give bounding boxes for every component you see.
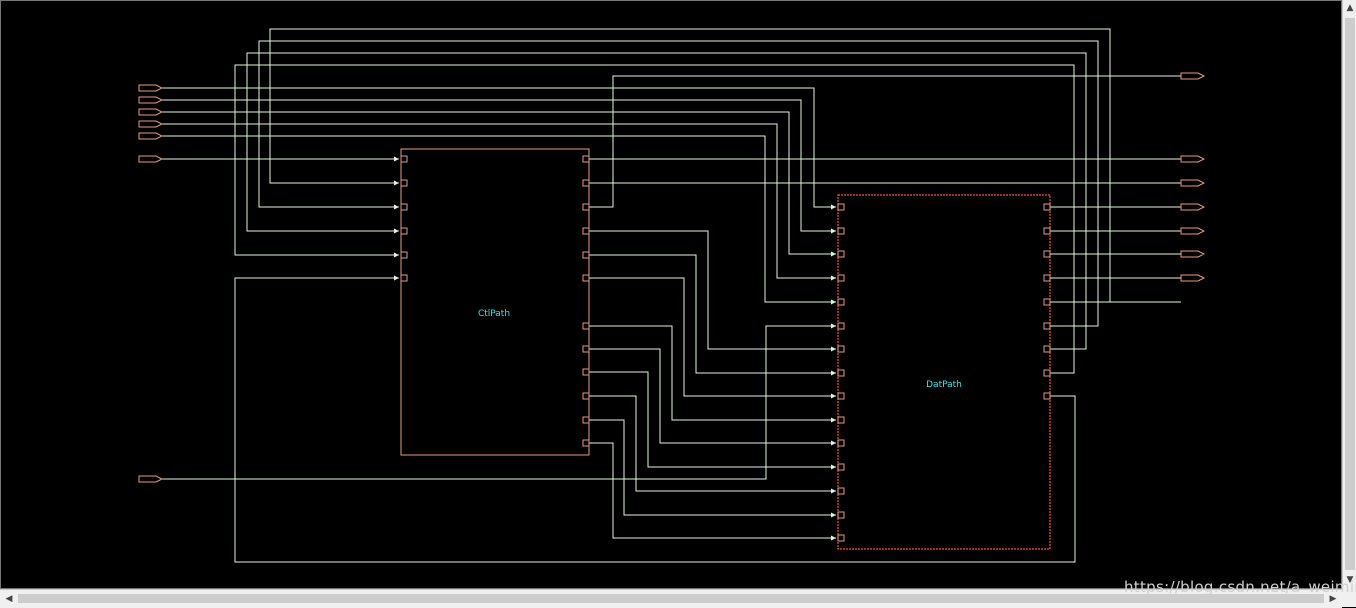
datpath-right-pin-9	[1043, 392, 1051, 400]
datpath-right-pin-4	[1043, 274, 1051, 282]
datpath-left-pin-3	[837, 250, 845, 258]
ctlpath-right-pin-8	[582, 345, 590, 353]
datpath-left-pin-7	[837, 345, 845, 353]
datpath-right-pin-8	[1043, 369, 1051, 377]
datpath-left-pin-2	[837, 227, 845, 235]
schematic-canvas[interactable]: CtlPath DatPath	[0, 0, 1342, 589]
datpath-right-pin-6	[1043, 322, 1051, 330]
scroll-up-button[interactable]: ▲	[1343, 0, 1356, 16]
ctlpath-right-pin-6	[582, 274, 590, 282]
ctlpath-right-pin-11	[582, 416, 590, 424]
datpath-left-pin-1	[837, 203, 845, 211]
vertical-scrollbar[interactable]: ▲ ▼	[1342, 0, 1356, 589]
ctlpath-right-pin-1	[582, 155, 590, 163]
ctlpath-right-pin-4	[582, 227, 590, 235]
datpath-left-pin-4	[837, 274, 845, 282]
ctlpath-left-pin-2	[400, 179, 408, 187]
ctlpath-right-pin-10	[582, 392, 590, 400]
vertical-scroll-thumb[interactable]	[1345, 18, 1355, 570]
schematic-viewer[interactable]: CtlPath DatPath ▲ ▼ ◀ ▶ https://blog.csd…	[0, 0, 1356, 608]
datpath-right-pin-5	[1043, 298, 1051, 306]
datpath-left-pin-11	[837, 439, 845, 447]
datpath-label: DatPath	[926, 380, 962, 390]
datpath-right-pin-2	[1043, 227, 1051, 235]
ctlpath-left-pin-4	[400, 227, 408, 235]
scroll-left-button[interactable]: ◀	[2, 591, 16, 607]
ctlpath-left-pin-6	[400, 274, 408, 282]
datpath-left-pin-14	[837, 511, 845, 519]
datpath-right-pin-1	[1043, 203, 1051, 211]
ctlpath-left-pin-5	[400, 251, 408, 259]
datpath-left-pin-8	[837, 369, 845, 377]
ctlpath-right-pin-9	[582, 368, 590, 376]
ctlpath-label: CtlPath	[478, 309, 510, 319]
datpath-left-pin-10	[837, 416, 845, 424]
datpath-left-pin-13	[837, 487, 845, 495]
datpath-left-pin-6	[837, 322, 845, 330]
ctlpath-right-pin-3	[582, 203, 590, 211]
datpath-left-pin-15	[837, 534, 845, 542]
datpath-left-pin-9	[837, 392, 845, 400]
watermark-text: https://blog.csdn.net/a_weiming	[1124, 578, 1356, 596]
ctlpath-right-pin-7	[582, 322, 590, 330]
datpath-right-pin-7	[1043, 345, 1051, 353]
ctlpath-left-pin-1	[400, 155, 408, 163]
datpath-right-pin-3	[1043, 250, 1051, 258]
ctlpath-left-pin-3	[400, 203, 408, 211]
ctlpath-right-pin-12	[582, 439, 590, 447]
datpath-left-pin-12	[837, 463, 845, 471]
ctlpath-right-pin-5	[582, 251, 590, 259]
datpath-left-pin-5	[837, 298, 845, 306]
canvas-border	[0, 0, 1342, 589]
ctlpath-right-pin-2	[582, 179, 590, 187]
